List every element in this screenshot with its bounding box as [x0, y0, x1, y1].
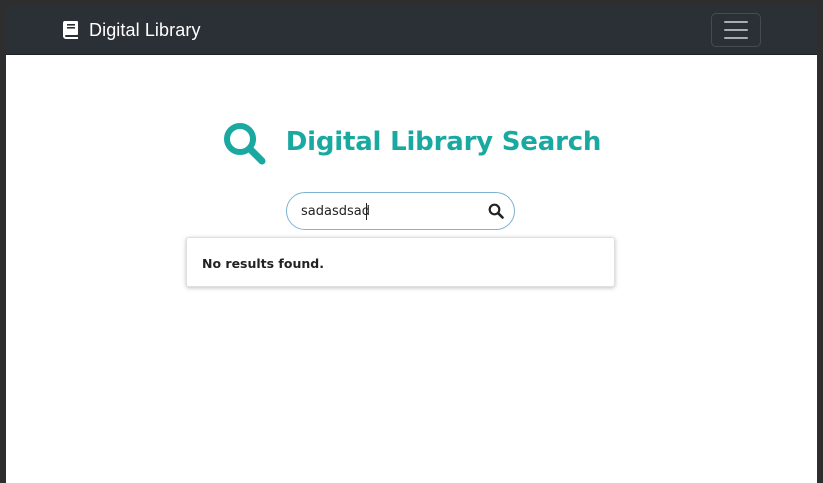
search-button[interactable]	[488, 203, 504, 219]
main-content: Digital Library Search No results found.	[6, 55, 817, 483]
navbar-brand[interactable]: Digital Library	[63, 5, 201, 55]
no-results-message: No results found.	[202, 256, 324, 271]
search-hero: Digital Library Search	[6, 119, 817, 165]
text-caret	[366, 203, 367, 220]
page-title: Digital Library Search	[285, 127, 602, 157]
book-icon	[63, 21, 78, 39]
search-icon	[223, 123, 266, 165]
top-navbar: Digital Library	[6, 5, 817, 55]
search-input[interactable]	[301, 193, 481, 229]
navbar-toggler-button[interactable]	[711, 13, 761, 47]
search-results-dropdown: No results found.	[186, 237, 615, 287]
search-box	[286, 192, 515, 230]
search-icon	[488, 203, 504, 219]
brand-label: Digital Library	[89, 19, 201, 40]
hamburger-menu-icon	[724, 21, 748, 23]
app-window: Digital Library Digital Library Search s…	[0, 0, 823, 483]
